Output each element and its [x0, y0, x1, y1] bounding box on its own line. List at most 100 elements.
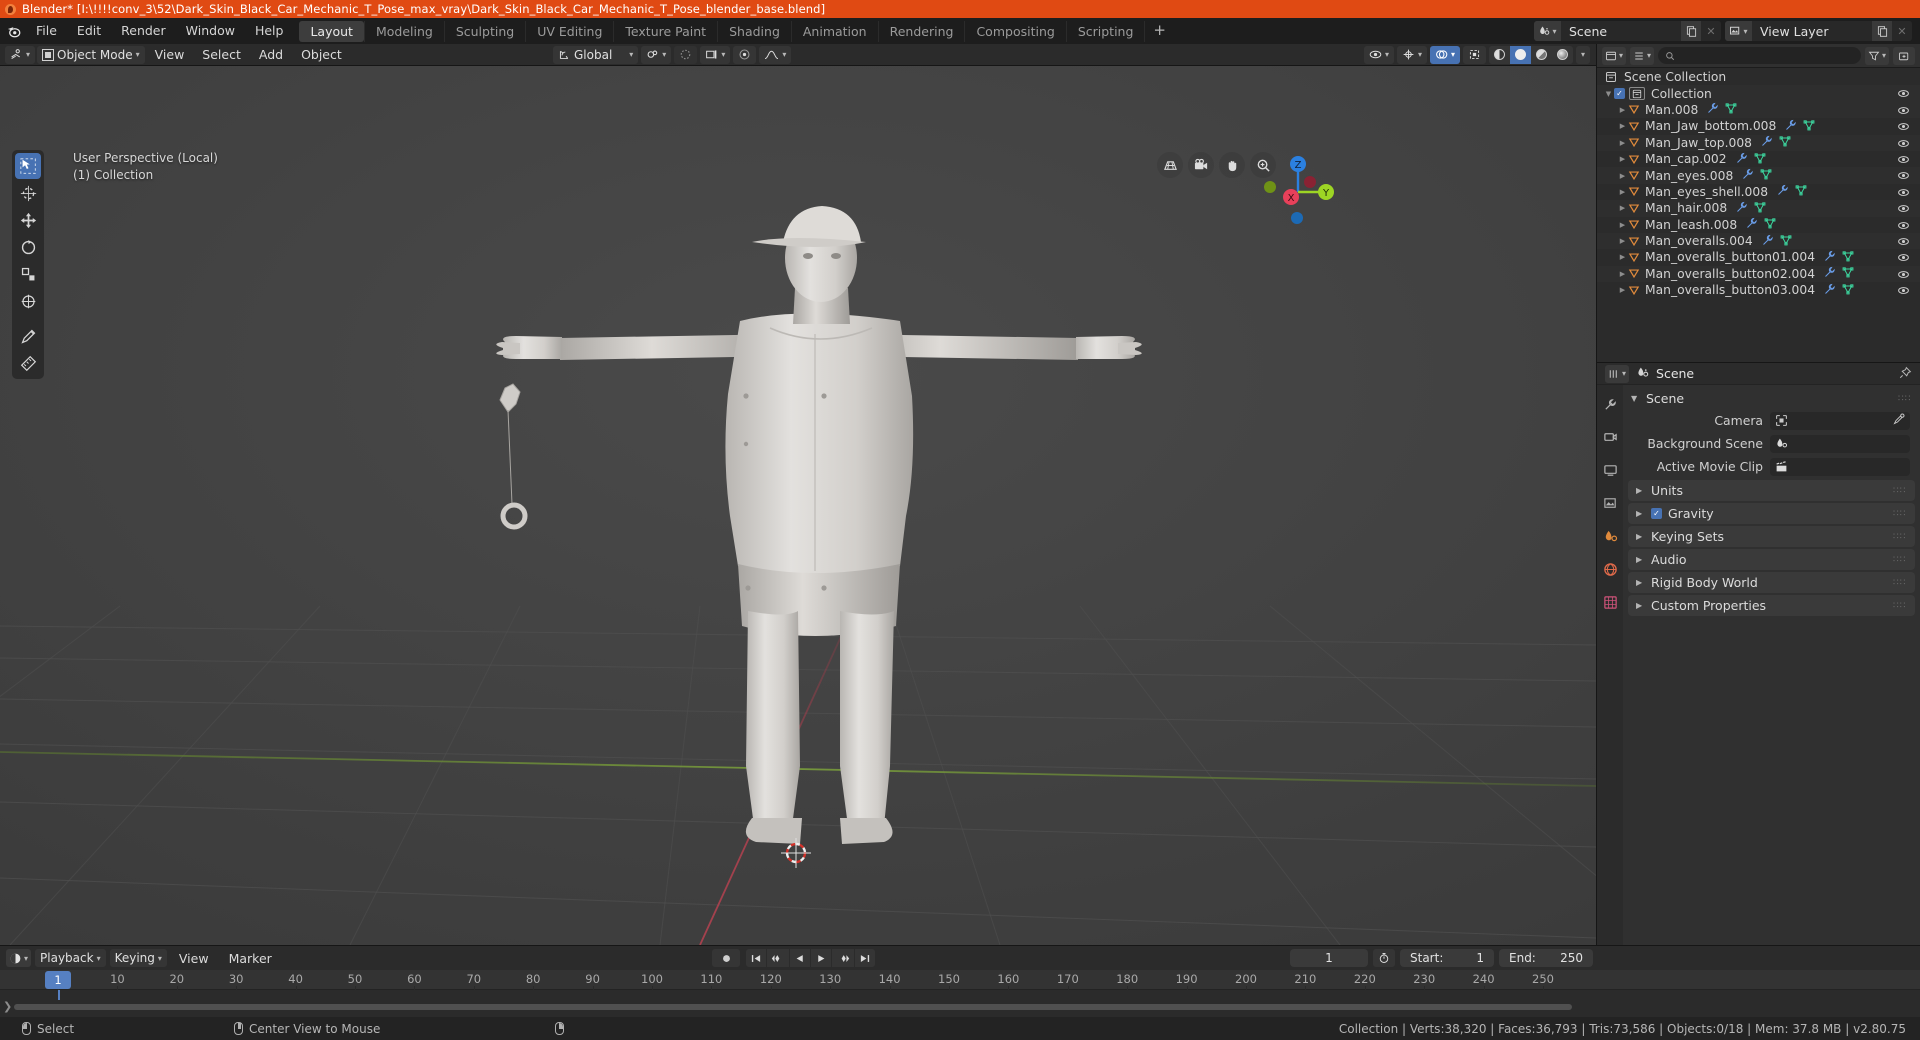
mesh-data-icon[interactable] [1754, 201, 1766, 216]
outliner-row-object[interactable]: ▶ Man_eyes_shell.008 [1597, 184, 1920, 200]
tab-view-layer[interactable] [1601, 494, 1620, 513]
pin-icon[interactable] [1899, 366, 1912, 382]
outliner-filter-button[interactable]: ▾ [1864, 46, 1889, 65]
measure-tool[interactable] [15, 350, 41, 376]
object-visibility-icon[interactable] [1897, 284, 1910, 300]
panel-header-rigid-body-world[interactable]: ▶ Rigid Body World ∷∷ [1628, 572, 1915, 593]
delete-scene-button[interactable]: ✕ [1701, 21, 1721, 41]
annotate-tool[interactable] [15, 323, 41, 349]
visibility-selector[interactable]: ▾ [1363, 45, 1394, 64]
modifier-icon[interactable] [1707, 102, 1719, 117]
add-workspace-button[interactable]: + [1144, 20, 1174, 42]
axis-navigation-gizmo[interactable]: Z Y X [1250, 144, 1338, 232]
keying-menu[interactable]: Keying ▾ [109, 949, 167, 967]
tab-tool[interactable] [1601, 395, 1620, 414]
cursor-tool[interactable] [15, 180, 41, 206]
object-expand-icon[interactable]: ▶ [1617, 172, 1628, 180]
new-view-layer-button[interactable] [1872, 21, 1892, 41]
select-box-tool[interactable] [15, 153, 41, 179]
modifier-icon[interactable] [1736, 152, 1748, 167]
modifier-icon[interactable] [1736, 201, 1748, 216]
tab-texture-paint[interactable]: Texture Paint [613, 20, 717, 42]
xray-toggle[interactable] [1462, 45, 1486, 64]
mesh-data-icon[interactable] [1764, 217, 1776, 232]
end-frame-field[interactable]: End: 250 [1499, 949, 1593, 967]
modifier-icon[interactable] [1824, 250, 1836, 265]
panel-header-custom-properties[interactable]: ▶ Custom Properties ∷∷ [1628, 595, 1915, 616]
viewport-menu-select[interactable]: Select [194, 46, 249, 64]
modifier-icon[interactable] [1785, 119, 1797, 134]
outliner-new-collection-button[interactable] [1893, 46, 1915, 65]
outliner-row-object[interactable]: ▶ Man_Jaw_bottom.008 [1597, 118, 1920, 134]
delete-view-layer-button[interactable]: ✕ [1892, 21, 1912, 41]
mesh-data-icon[interactable] [1760, 168, 1772, 183]
timeline-editor-type[interactable]: ▾ [6, 949, 32, 967]
mesh-data-icon[interactable] [1754, 152, 1766, 167]
interaction-mode-selector[interactable]: Object Mode ▾ [37, 45, 145, 64]
timeline-scrollbar[interactable] [14, 1004, 1572, 1010]
outliner-row-object[interactable]: ▶ Man_leash.008 [1597, 217, 1920, 233]
new-scene-button[interactable] [1681, 21, 1701, 41]
object-expand-icon[interactable]: ▶ [1617, 270, 1628, 278]
modifier-icon[interactable] [1761, 135, 1773, 150]
tab-scene[interactable] [1601, 527, 1620, 546]
outliner-row-scene-collection[interactable]: Scene Collection [1597, 69, 1920, 85]
next-keyframe-button[interactable] [832, 949, 854, 967]
panel-header-gravity[interactable]: ▶ ✓ Gravity ∷∷ [1628, 503, 1915, 524]
viewport-menu-object[interactable]: Object [293, 46, 350, 64]
outliner-row-object[interactable]: ▶ Man_overalls_button01.004 [1597, 249, 1920, 265]
outliner-row-object[interactable]: ▶ Man_hair.008 [1597, 200, 1920, 217]
viewport-menu-view[interactable]: View [147, 46, 193, 64]
proportional-falloff-selector[interactable]: ▾ [759, 45, 792, 64]
outliner-row-object[interactable]: ▶ Man.008 [1597, 101, 1920, 119]
modifier-icon[interactable] [1777, 184, 1789, 199]
jump-to-end-button[interactable] [855, 949, 875, 967]
collection-expand-icon[interactable]: ▼ [1603, 90, 1614, 98]
snap-target-selector[interactable]: ▾ [700, 45, 731, 64]
rotate-tool[interactable] [15, 234, 41, 260]
snap-magnet-toggle[interactable]: ▾ [641, 45, 672, 64]
timeline-ruler[interactable]: 10 20 30 40 50 60 70 80 90 100 110 120 130 140 150 160 1… [0, 970, 1920, 990]
outliner-editor-type[interactable]: ▾ [1602, 46, 1627, 65]
tab-render[interactable] [1601, 428, 1620, 447]
tab-sculpting[interactable]: Sculpting [443, 20, 525, 42]
tab-texture[interactable] [1601, 593, 1620, 612]
tab-modeling[interactable]: Modeling [363, 20, 444, 42]
grid-icon[interactable] [1157, 152, 1183, 178]
mesh-data-icon[interactable] [1780, 234, 1792, 249]
modifier-icon[interactable] [1824, 266, 1836, 281]
tab-output[interactable] [1601, 461, 1620, 480]
object-expand-icon[interactable]: ▶ [1617, 122, 1628, 130]
mesh-data-icon[interactable] [1803, 119, 1815, 134]
object-expand-icon[interactable]: ▶ [1617, 106, 1628, 114]
shading-solid[interactable] [1509, 45, 1531, 64]
outliner-row-collection[interactable]: ▼ ✓ Collection [1597, 85, 1920, 102]
object-expand-icon[interactable]: ▶ [1617, 253, 1628, 261]
object-expand-icon[interactable]: ▶ [1617, 286, 1628, 294]
panel-header-units[interactable]: ▶ Units ∷∷ [1628, 480, 1915, 501]
timeline-playhead[interactable]: 1 [45, 971, 71, 989]
panel-header-scene[interactable]: ▼ Scene ∷∷ [1623, 388, 1920, 409]
scale-tool[interactable] [15, 261, 41, 287]
proportional-edit-toggle[interactable] [674, 45, 698, 64]
overlays-toggle[interactable]: ▾ [1429, 45, 1460, 64]
shading-rendered[interactable] [1552, 46, 1573, 64]
playback-menu[interactable]: Playback ▾ [35, 949, 106, 967]
viewport-3d[interactable]: User Perspective (Local) (1) Collection [0, 66, 1596, 945]
panel-header-keying-sets[interactable]: ▶ Keying Sets ∷∷ [1628, 526, 1915, 547]
editor-type-selector[interactable]: ▾ [5, 45, 36, 64]
character-mesh[interactable] [0, 66, 1596, 945]
object-expand-icon[interactable]: ▶ [1617, 237, 1628, 245]
modifier-icon[interactable] [1824, 283, 1836, 298]
tab-layout[interactable]: Layout [299, 20, 364, 42]
viewport-menu-add[interactable]: Add [251, 46, 291, 64]
tab-scripting[interactable]: Scripting [1065, 20, 1145, 42]
menu-window[interactable]: Window [176, 18, 245, 44]
shading-options-dropdown[interactable]: ▾ [1575, 45, 1590, 64]
panel-header-audio[interactable]: ▶ Audio ∷∷ [1628, 549, 1915, 570]
menu-file[interactable]: File [26, 18, 67, 44]
camera-icon[interactable] [1188, 152, 1214, 178]
transform-tool[interactable] [15, 288, 41, 314]
mesh-data-icon[interactable] [1725, 102, 1737, 117]
hand-icon[interactable] [1219, 152, 1245, 178]
